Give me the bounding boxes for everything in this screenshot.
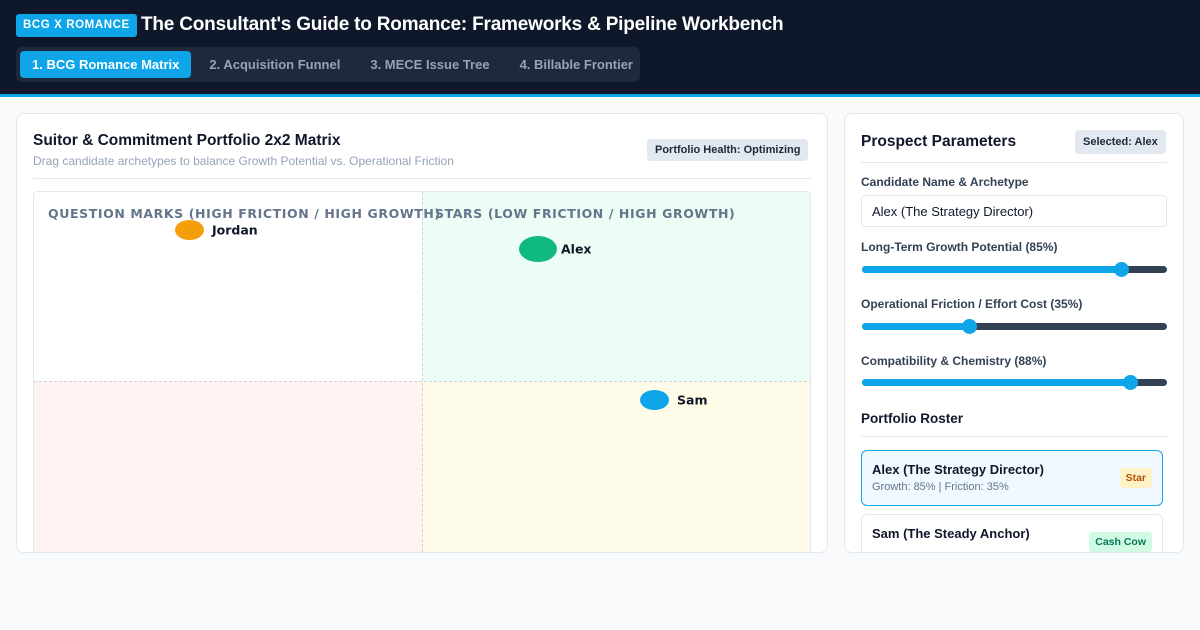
growth-potential-slider[interactable] xyxy=(862,262,1167,278)
brand-badge: BCG X ROMANCE xyxy=(16,14,137,37)
matrix-panel: Suitor & Commitment Portfolio 2x2 Matrix… xyxy=(16,113,828,553)
romance-matrix[interactable]: QUESTION MARKS (HIGH FRICTION / HIGH GRO… xyxy=(33,191,811,552)
candidate-name-label: Candidate Name & Archetype xyxy=(861,175,1029,189)
suitor-name: Jordan xyxy=(212,222,258,238)
quadrant-dogs xyxy=(34,381,422,552)
quadrant-cash-cows xyxy=(422,381,810,552)
quadrant-label-stars: STARS (LOW FRICTION / HIGH GROWTH) xyxy=(435,206,736,221)
parameters-panel: Prospect Parameters Selected: Alex Candi… xyxy=(844,113,1184,553)
matrix-subtitle: Drag candidate archetypes to balance Gro… xyxy=(33,154,454,168)
roster-item-tag: Star xyxy=(1119,468,1152,488)
divider xyxy=(33,178,811,179)
tab-bcg-romance-matrix[interactable]: 1. BCG Romance Matrix xyxy=(20,51,192,78)
divider xyxy=(861,436,1167,437)
friction-slider[interactable] xyxy=(862,319,1167,335)
matrix-horizontal-axis xyxy=(34,381,810,382)
slider-fill xyxy=(862,323,969,330)
matrix-title: Suitor & Commitment Portfolio 2x2 Matrix xyxy=(33,132,341,149)
roster-title: Portfolio Roster xyxy=(861,411,964,426)
tab-bar: 1. BCG Romance Matrix 2. Acquisition Fun… xyxy=(16,47,640,82)
divider xyxy=(861,162,1167,163)
roster-item-sam[interactable]: Sam (The Steady Anchor) Cash Cow xyxy=(861,514,1163,552)
portfolio-health-badge: Portfolio Health: Optimizing xyxy=(647,139,809,161)
slider-fill xyxy=(862,266,1122,273)
tab-acquisition-funnel[interactable]: 2. Acquisition Funnel xyxy=(197,51,352,78)
slider-thumb[interactable] xyxy=(961,319,977,334)
roster-item-name: Alex (The Strategy Director) xyxy=(872,462,1044,477)
suitor-name: Alex xyxy=(561,241,592,257)
suitor-dot xyxy=(175,220,204,240)
slider-fill xyxy=(862,379,1131,386)
compatibility-slider[interactable] xyxy=(862,375,1167,391)
friction-slider-label: Operational Friction / Effort Cost (35%) xyxy=(861,297,1083,311)
slider-thumb[interactable] xyxy=(1123,375,1139,390)
candidate-name-input[interactable] xyxy=(861,195,1167,227)
roster-item-name: Sam (The Steady Anchor) xyxy=(872,526,1030,541)
app-title: The Consultant's Guide to Romance: Frame… xyxy=(141,14,784,35)
top-bar: BCG X ROMANCE The Consultant's Guide to … xyxy=(0,0,1200,97)
matrix-vertical-axis xyxy=(422,192,423,552)
suitor-name: Sam xyxy=(677,392,708,408)
suitor-dot xyxy=(519,236,557,262)
selected-badge: Selected: Alex xyxy=(1075,130,1166,154)
slider-thumb[interactable] xyxy=(1114,262,1130,277)
roster-item-tag: Cash Cow xyxy=(1089,532,1152,552)
tab-mece-issue-tree[interactable]: 3. MECE Issue Tree xyxy=(358,51,501,78)
parameters-title: Prospect Parameters xyxy=(861,133,1017,150)
compatibility-slider-label: Compatibility & Chemistry (88%) xyxy=(861,354,1047,368)
roster-item-meta: Growth: 85% | Friction: 35% xyxy=(872,481,1009,493)
tab-billable-frontier[interactable]: 4. Billable Frontier xyxy=(508,51,645,78)
roster-item-alex[interactable]: Alex (The Strategy Director) Growth: 85%… xyxy=(861,450,1163,506)
growth-slider-label: Long-Term Growth Potential (85%) xyxy=(861,240,1058,254)
quadrant-label-question-marks: QUESTION MARKS (HIGH FRICTION / HIGH GRO… xyxy=(48,206,441,221)
suitor-dot xyxy=(640,390,669,410)
